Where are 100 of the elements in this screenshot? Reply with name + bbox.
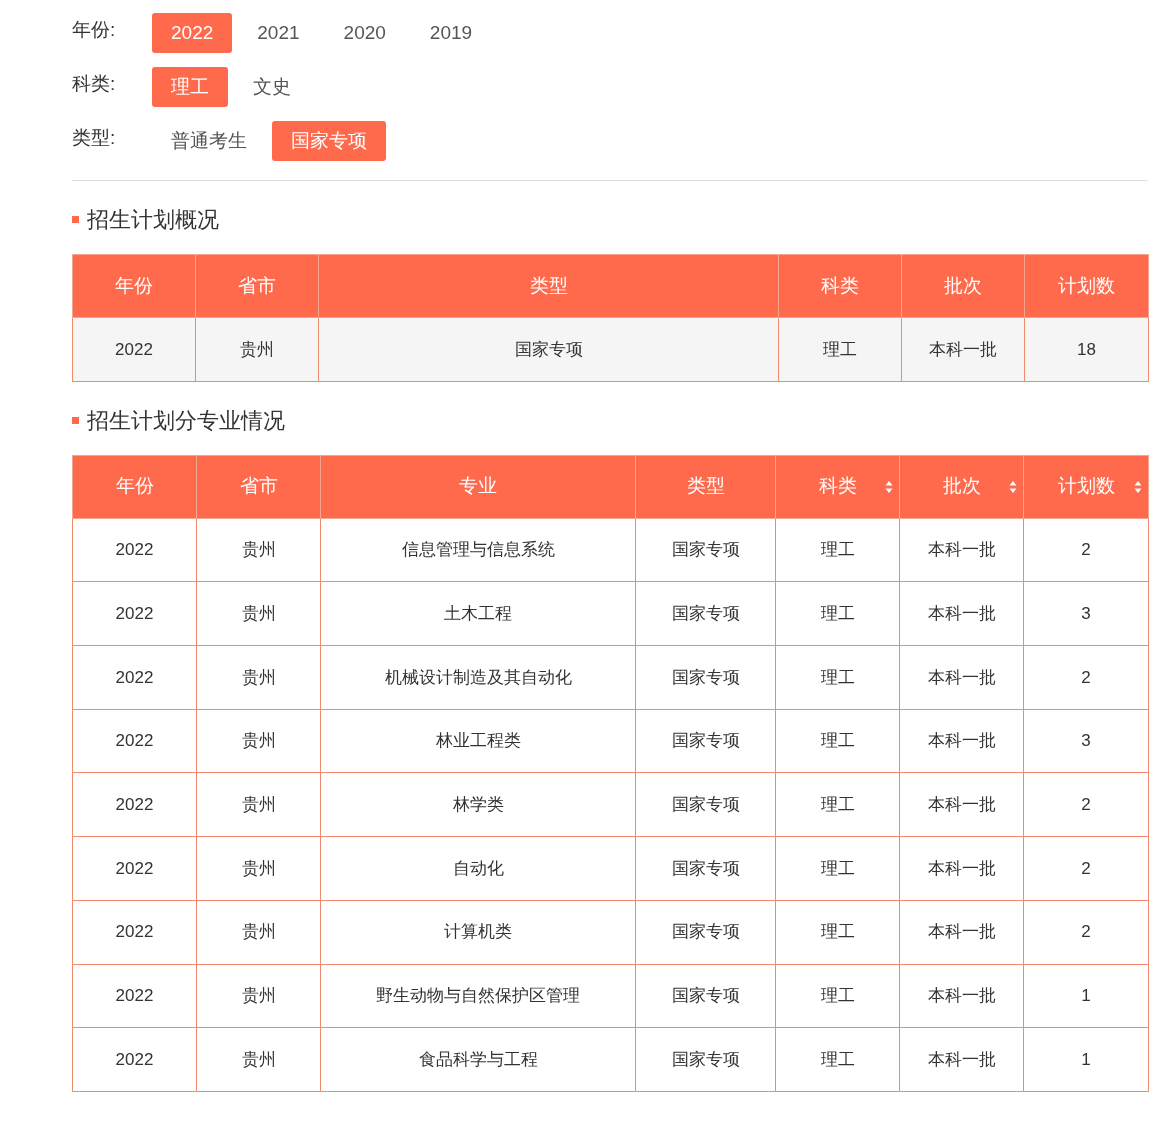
table-cell: 机械设计制造及其自动化 [320, 645, 636, 710]
table-cell: 本科一批 [899, 645, 1024, 710]
filter-label: 年份: [72, 17, 117, 42]
filter-option[interactable]: 理工 [152, 67, 228, 107]
column-header[interactable]: 计划数 [1023, 455, 1149, 519]
table-cell: 3 [1023, 581, 1149, 646]
table-cell: 国家专项 [635, 772, 776, 837]
sort-icon[interactable] [1134, 479, 1142, 494]
column-header[interactable]: 科类 [775, 455, 900, 519]
table-cell: 国家专项 [635, 900, 776, 964]
table-cell: 国家专项 [635, 964, 776, 1028]
column-header: 年份 [72, 254, 196, 318]
section-title: 招生计划分专业情况 [87, 406, 285, 435]
table-cell: 贵州 [196, 964, 321, 1028]
section-marker-icon [72, 416, 79, 424]
table-cell: 理工 [775, 581, 900, 646]
table-cell: 1 [1023, 964, 1149, 1028]
table-cell: 理工 [775, 1027, 900, 1092]
table-cell: 贵州 [196, 900, 321, 964]
sort-icon[interactable] [1009, 479, 1017, 494]
filter-option[interactable]: 2021 [238, 13, 319, 53]
column-header: 年份 [72, 455, 197, 519]
table-cell: 林业工程类 [320, 709, 636, 773]
table-cell: 国家专项 [635, 518, 776, 582]
table-cell: 国家专项 [635, 1027, 776, 1092]
table-cell: 贵州 [196, 772, 321, 837]
table-cell: 理工 [775, 709, 900, 773]
table-cell: 林学类 [320, 772, 636, 837]
section-marker-icon [72, 216, 79, 223]
table-cell: 贵州 [196, 518, 321, 582]
table-cell: 贵州 [195, 317, 319, 382]
table-cell: 贵州 [196, 1027, 321, 1092]
table-cell: 国家专项 [635, 709, 776, 773]
table-cell: 理工 [775, 645, 900, 710]
sort-icon[interactable] [885, 479, 893, 494]
filter-option[interactable]: 国家专项 [272, 121, 386, 161]
column-header: 计划数 [1024, 254, 1149, 318]
table-cell: 本科一批 [899, 518, 1024, 582]
table-cell: 本科一批 [901, 317, 1025, 382]
column-header: 类型 [635, 455, 776, 519]
table-cell: 18 [1024, 317, 1149, 382]
column-header: 专业 [320, 455, 636, 519]
table-cell: 国家专项 [318, 317, 779, 382]
column-header[interactable]: 批次 [899, 455, 1024, 519]
table-cell: 计算机类 [320, 900, 636, 964]
table-cell: 理工 [775, 836, 900, 901]
table-cell: 贵州 [196, 709, 321, 773]
table-cell: 本科一批 [899, 1027, 1024, 1092]
table-cell: 2022 [72, 518, 197, 582]
table-cell: 2022 [72, 772, 197, 837]
filter-option[interactable]: 2020 [324, 13, 405, 53]
table-cell: 2 [1023, 518, 1149, 582]
table-cell: 理工 [775, 900, 900, 964]
table-cell: 2022 [72, 1027, 197, 1092]
table-cell: 野生动物与自然保护区管理 [320, 964, 636, 1028]
column-header: 批次 [901, 254, 1025, 318]
table-cell: 本科一批 [899, 581, 1024, 646]
column-header: 省市 [195, 254, 319, 318]
filter-option[interactable]: 2022 [152, 13, 233, 53]
table-cell: 2022 [72, 964, 197, 1028]
table-cell: 土木工程 [320, 581, 636, 646]
column-header: 类型 [318, 254, 779, 318]
table-cell: 2 [1023, 645, 1149, 710]
table-cell: 理工 [778, 317, 902, 382]
table-cell: 本科一批 [899, 709, 1024, 773]
table-cell: 2022 [72, 900, 197, 964]
table-cell: 本科一批 [899, 772, 1024, 837]
section-title: 招生计划概况 [87, 206, 219, 234]
table-cell: 3 [1023, 709, 1149, 773]
table-cell: 理工 [775, 518, 900, 582]
table-cell: 国家专项 [635, 645, 776, 710]
table-cell: 1 [1023, 1027, 1149, 1092]
table-cell: 2022 [72, 709, 197, 773]
table-cell: 本科一批 [899, 964, 1024, 1028]
table-cell: 2 [1023, 836, 1149, 901]
table-cell: 2 [1023, 900, 1149, 964]
filter-label: 科类: [72, 71, 117, 96]
table-cell: 贵州 [196, 645, 321, 710]
table-cell: 贵州 [196, 581, 321, 646]
column-header: 科类 [778, 254, 902, 318]
table-cell: 本科一批 [899, 900, 1024, 964]
table-cell: 2022 [72, 581, 197, 646]
filter-option[interactable]: 普通考生 [152, 121, 266, 161]
table-cell: 理工 [775, 772, 900, 837]
filter-label: 类型: [72, 125, 117, 150]
table-cell: 2022 [72, 836, 197, 901]
table-cell: 2022 [72, 317, 196, 382]
table-cell: 国家专项 [635, 836, 776, 901]
table-cell: 贵州 [196, 836, 321, 901]
filter-option[interactable]: 文史 [234, 67, 310, 107]
table-cell: 理工 [775, 964, 900, 1028]
table-cell: 2 [1023, 772, 1149, 837]
table-cell: 自动化 [320, 836, 636, 901]
column-header: 省市 [196, 455, 321, 519]
table-cell: 2022 [72, 645, 197, 710]
table-cell: 国家专项 [635, 581, 776, 646]
table-cell: 食品科学与工程 [320, 1027, 636, 1092]
filter-option[interactable]: 2019 [410, 13, 492, 53]
table-cell: 信息管理与信息系统 [320, 518, 636, 582]
table-cell: 本科一批 [899, 836, 1024, 901]
